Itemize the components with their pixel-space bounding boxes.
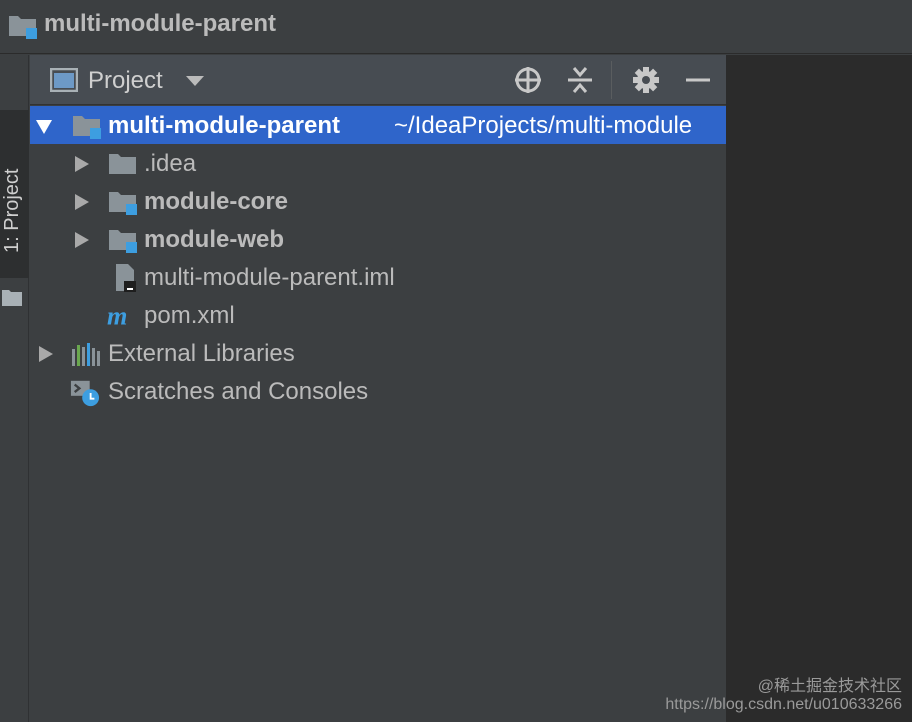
svg-text:m: m [107, 303, 127, 329]
tree-item-label: module-web [144, 226, 285, 253]
minimize-icon[interactable] [682, 65, 714, 95]
left-tool-strip: 1: Project [0, 55, 29, 722]
libraries-icon [72, 343, 100, 366]
scratches-icon [70, 380, 100, 407]
watermark-line-2: https://blog.csdn.net/u010633266 [665, 696, 902, 713]
folder-icon [109, 154, 136, 174]
project-view-selector[interactable]: Project [88, 67, 163, 95]
tree-item-idea[interactable]: .idea [30, 144, 726, 182]
chevron-down-icon[interactable] [36, 120, 52, 134]
window-title: multi-module-parent [44, 10, 276, 37]
tree-item-label: module-core [144, 188, 289, 215]
project-tool-tab-label: 1: Project [1, 168, 23, 253]
tree-item-module-core[interactable]: module-core [30, 182, 726, 220]
folder-icon [2, 290, 22, 306]
chevron-down-icon[interactable] [186, 76, 204, 86]
tree-item-module-web[interactable]: module-web [30, 220, 726, 258]
tree-item-label: pom.xml [144, 302, 235, 329]
tree-item-label: External Libraries [108, 340, 295, 367]
project-panel-header: Project [30, 55, 726, 105]
chevron-right-icon[interactable] [75, 156, 89, 172]
watermark-line-1: @稀土掘金技术社区 [757, 678, 902, 695]
collapse-all-icon[interactable] [564, 65, 596, 95]
header-separator [611, 61, 612, 99]
watermark: @稀土掘金技术社区 https://blog.csdn.net/u0106332… [665, 678, 902, 714]
iml-file-icon [116, 264, 136, 292]
tree-item-label: .idea [144, 150, 197, 177]
tree-item-pom[interactable]: m pom.xml [30, 296, 726, 334]
project-view-icon [50, 68, 78, 92]
chevron-right-icon[interactable] [75, 194, 89, 210]
tree-item-path: ~/IdeaProjects/multi-module [394, 112, 693, 139]
module-folder-icon [109, 192, 137, 215]
project-panel: Project multi-module-parent ~/IdeaProjec… [30, 55, 727, 722]
editor-area [727, 55, 912, 722]
tree-item-root[interactable]: multi-module-parent ~/IdeaProjects/multi… [30, 106, 726, 144]
maven-icon: m [107, 303, 127, 329]
tree-item-scratches[interactable]: Scratches and Consoles [30, 372, 726, 410]
tree-item-external-libraries[interactable]: External Libraries [30, 334, 726, 372]
tree-item-label: multi-module-parent.iml [144, 264, 395, 291]
chevron-right-icon[interactable] [39, 346, 53, 362]
locate-icon[interactable] [512, 65, 544, 95]
module-folder-icon [109, 230, 137, 253]
chevron-right-icon[interactable] [75, 232, 89, 248]
title-bar: multi-module-parent [0, 0, 912, 54]
gear-icon[interactable] [630, 65, 662, 95]
module-folder-icon [73, 116, 101, 139]
tree-item-label: multi-module-parent [108, 112, 340, 139]
tree-item-iml[interactable]: multi-module-parent.iml [30, 258, 726, 296]
project-tool-tab[interactable]: 1: Project [0, 110, 29, 306]
tree-item-label: Scratches and Consoles [108, 378, 369, 405]
project-folder-icon [9, 16, 37, 39]
